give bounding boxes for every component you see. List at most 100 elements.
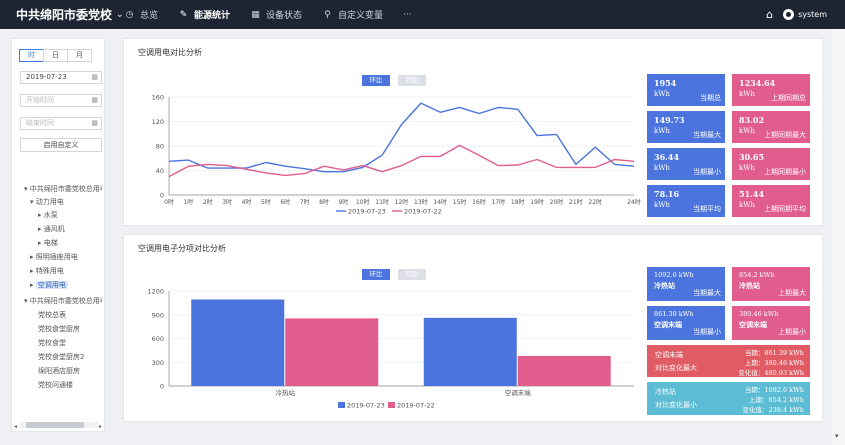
- stat-current-avg: 78.16 kWh 当期平均: [647, 185, 725, 217]
- tab-hour[interactable]: 时: [19, 49, 44, 62]
- x-tick-label: 18时: [511, 198, 525, 206]
- tree-node[interactable]: 党校食堂: [38, 338, 66, 348]
- series-line-1: [168, 102, 635, 173]
- period-tabs: 时 日 月: [19, 49, 92, 62]
- stat-prev-avg: 51.44 kWh 上期同期平均: [732, 185, 810, 217]
- y-tick-label: 160: [152, 94, 164, 102]
- scroll-track: [832, 29, 845, 445]
- nav-custom-variables[interactable]: ⚲ 自定义变量: [312, 0, 393, 29]
- x-tick-label: 20时: [550, 198, 564, 206]
- x-tick-label: 11时: [375, 198, 389, 206]
- x-tick-label: 8时: [319, 198, 329, 206]
- y-tick-label: 0: [160, 383, 164, 391]
- tree-node[interactable]: ▸ 照明插座用电: [30, 252, 78, 262]
- nav-label: 设备状态: [266, 11, 303, 21]
- home-icon[interactable]: ⌂: [766, 8, 773, 21]
- tree-node[interactable]: ▸ 通风机: [38, 224, 65, 234]
- tree-node[interactable]: ▾ 中共绵阳市委党校总用电: [24, 184, 102, 194]
- nav-device-status[interactable]: ▦ 设备状态: [240, 0, 312, 29]
- clock-icon: ◷: [125, 9, 134, 20]
- page-scrollbar[interactable]: ▾: [832, 0, 845, 445]
- nav-energy-stats[interactable]: ✎ 能源统计: [168, 0, 240, 29]
- start-time-placeholder: 开始时间: [26, 96, 54, 104]
- line-chart: 040801201600时 1时 2时 3时 4时 5时 6时 7时 8时 9时 10时 11时 12时…: [152, 94, 641, 216]
- x-tick-label: 24时: [627, 198, 641, 206]
- scroll-left-arrow-icon[interactable]: ◂: [14, 423, 17, 430]
- bar-1: [191, 299, 285, 386]
- end-time-field[interactable]: 结束时间 ▦: [20, 117, 102, 130]
- legend-label: 2019-07-23: [348, 208, 386, 216]
- y-tick-label: 300: [152, 359, 164, 367]
- x-tick-label: 9时: [338, 198, 348, 206]
- stat-current-total: 1954 kWh 当期总: [647, 74, 725, 106]
- bar-2: [285, 318, 379, 386]
- tab-day[interactable]: 日: [43, 49, 68, 62]
- date-field[interactable]: 2019-07-23 ▦: [20, 71, 102, 84]
- tree-node[interactable]: 党校食堂厨房2: [38, 352, 84, 362]
- x-tick-label: 13时: [414, 198, 428, 206]
- calendar-icon: ▦: [91, 96, 98, 104]
- tree-node[interactable]: ▸ 水泵: [38, 210, 58, 220]
- brand-selector[interactable]: 中共绵阳市委党校 ⌄: [0, 6, 124, 23]
- tree-node[interactable]: 党校食堂厨房: [38, 324, 80, 334]
- x-tick-label: 17时: [492, 198, 506, 206]
- tree-node[interactable]: ▸ 电梯: [38, 238, 58, 248]
- calendar-icon: ▦: [91, 119, 98, 127]
- x-tick-label: 14时: [433, 198, 447, 206]
- scroll-right-arrow-icon[interactable]: ▸: [99, 423, 102, 430]
- x-tick-label: 22时: [588, 198, 602, 206]
- x-tick-label: 6时: [280, 198, 290, 206]
- tree-node[interactable]: 党校问通楼: [38, 380, 73, 390]
- bar-2: [517, 355, 611, 386]
- x-tick-label: 0时: [164, 198, 174, 206]
- stat-current-max-item: 1092.6 kWh 冷热站 当期最大: [647, 267, 725, 301]
- legend-label: 2019-07-22: [397, 402, 435, 410]
- avatar[interactable]: [783, 9, 795, 20]
- horizontal-scrollbar[interactable]: ◂ ▸: [12, 420, 106, 430]
- stat-prev-min: 30.65 kWh 上期同期最小: [732, 148, 810, 180]
- change-max-card: 空调末端 对比变化最大 当期：861.39 kWh 上期：380.46 kWh …: [647, 345, 810, 377]
- y-tick-label: 600: [152, 335, 164, 343]
- date-value: 2019-07-23: [26, 73, 67, 81]
- x-tick-label: 19时: [530, 198, 544, 206]
- username[interactable]: system: [798, 10, 827, 19]
- ac-comparison-panel: 空调用电对比分析 环比 同比 0 40 80 120 160 0时 1时 2时 3时 4时 5时 6时…: [123, 38, 823, 226]
- nav-label: 自定义变量: [338, 11, 384, 21]
- ac-subitem-panel: 空调用电子分项对比分析 环比 同比 0 300 600 900 1200 冷热站 空调末端 2…: [123, 234, 823, 422]
- filter-sidebar: 时 日 月 2019-07-23 ▦ 开始时间 ▦ 结束时间 ▦ 启用自定义 ▾…: [11, 38, 105, 432]
- stat-prev-total: 1234.64 kWh 上期同期总: [732, 74, 810, 106]
- search-icon: ⚲: [324, 9, 331, 20]
- tree-node[interactable]: ▾ 动力用电: [30, 197, 64, 207]
- x-tick-label: 10时: [356, 198, 370, 206]
- y-tick-label: 80: [156, 143, 164, 151]
- x-tick-label: 空调末端: [505, 388, 532, 397]
- tab-month[interactable]: 月: [67, 49, 92, 62]
- tree-node-selected[interactable]: ▸ 空调用电: [30, 280, 68, 290]
- x-tick-label: 5时: [261, 198, 271, 206]
- scroll-down-arrow-icon[interactable]: ▾: [835, 432, 839, 440]
- stat-prev-max-item: 854.2 kWh 冷热站 上期最大: [732, 267, 810, 301]
- x-tick-label: 2时: [203, 198, 213, 206]
- stat-current-min-item: 861.39 kWh 空调末端 当期最小: [647, 306, 725, 340]
- more-menu-button[interactable]: ···: [393, 10, 422, 20]
- calendar-icon: ▦: [91, 73, 98, 81]
- start-time-field[interactable]: 开始时间 ▦: [20, 94, 102, 107]
- stat-current-max: 149.73 kWh 当期最大: [647, 111, 725, 143]
- brand-name: 中共绵阳市委党校: [16, 8, 113, 22]
- x-tick-label: 1时: [183, 198, 193, 206]
- change-min-card: 冷热站 对比变化最小 当期：1092.6 kWh 上期：854.2 kWh 变化…: [647, 382, 810, 415]
- x-tick-label: 7时: [300, 198, 310, 206]
- enable-custom-button[interactable]: 启用自定义: [20, 138, 102, 152]
- x-tick-label: 3时: [222, 198, 232, 206]
- tree-node[interactable]: ▾ 中共绵阳市委党校总用电: [24, 296, 102, 306]
- scroll-thumb[interactable]: [26, 422, 84, 428]
- x-tick-label: 15时: [453, 198, 467, 206]
- stat-prev-min-item: 380.46 kWh 空调末端 上期最小: [732, 306, 810, 340]
- tree-node[interactable]: ▸ 特殊用电: [30, 266, 64, 276]
- stat-current-min: 36.44 kWh 当期最小: [647, 148, 725, 180]
- tree-node[interactable]: 党校总表: [38, 310, 66, 320]
- nav-label: 能源统计: [194, 11, 231, 21]
- x-tick-label: 4时: [242, 198, 252, 206]
- tree-node[interactable]: 绵阳酒店厨房: [38, 366, 80, 376]
- stat-prev-max: 83.02 kWh 上期同期最大: [732, 111, 810, 143]
